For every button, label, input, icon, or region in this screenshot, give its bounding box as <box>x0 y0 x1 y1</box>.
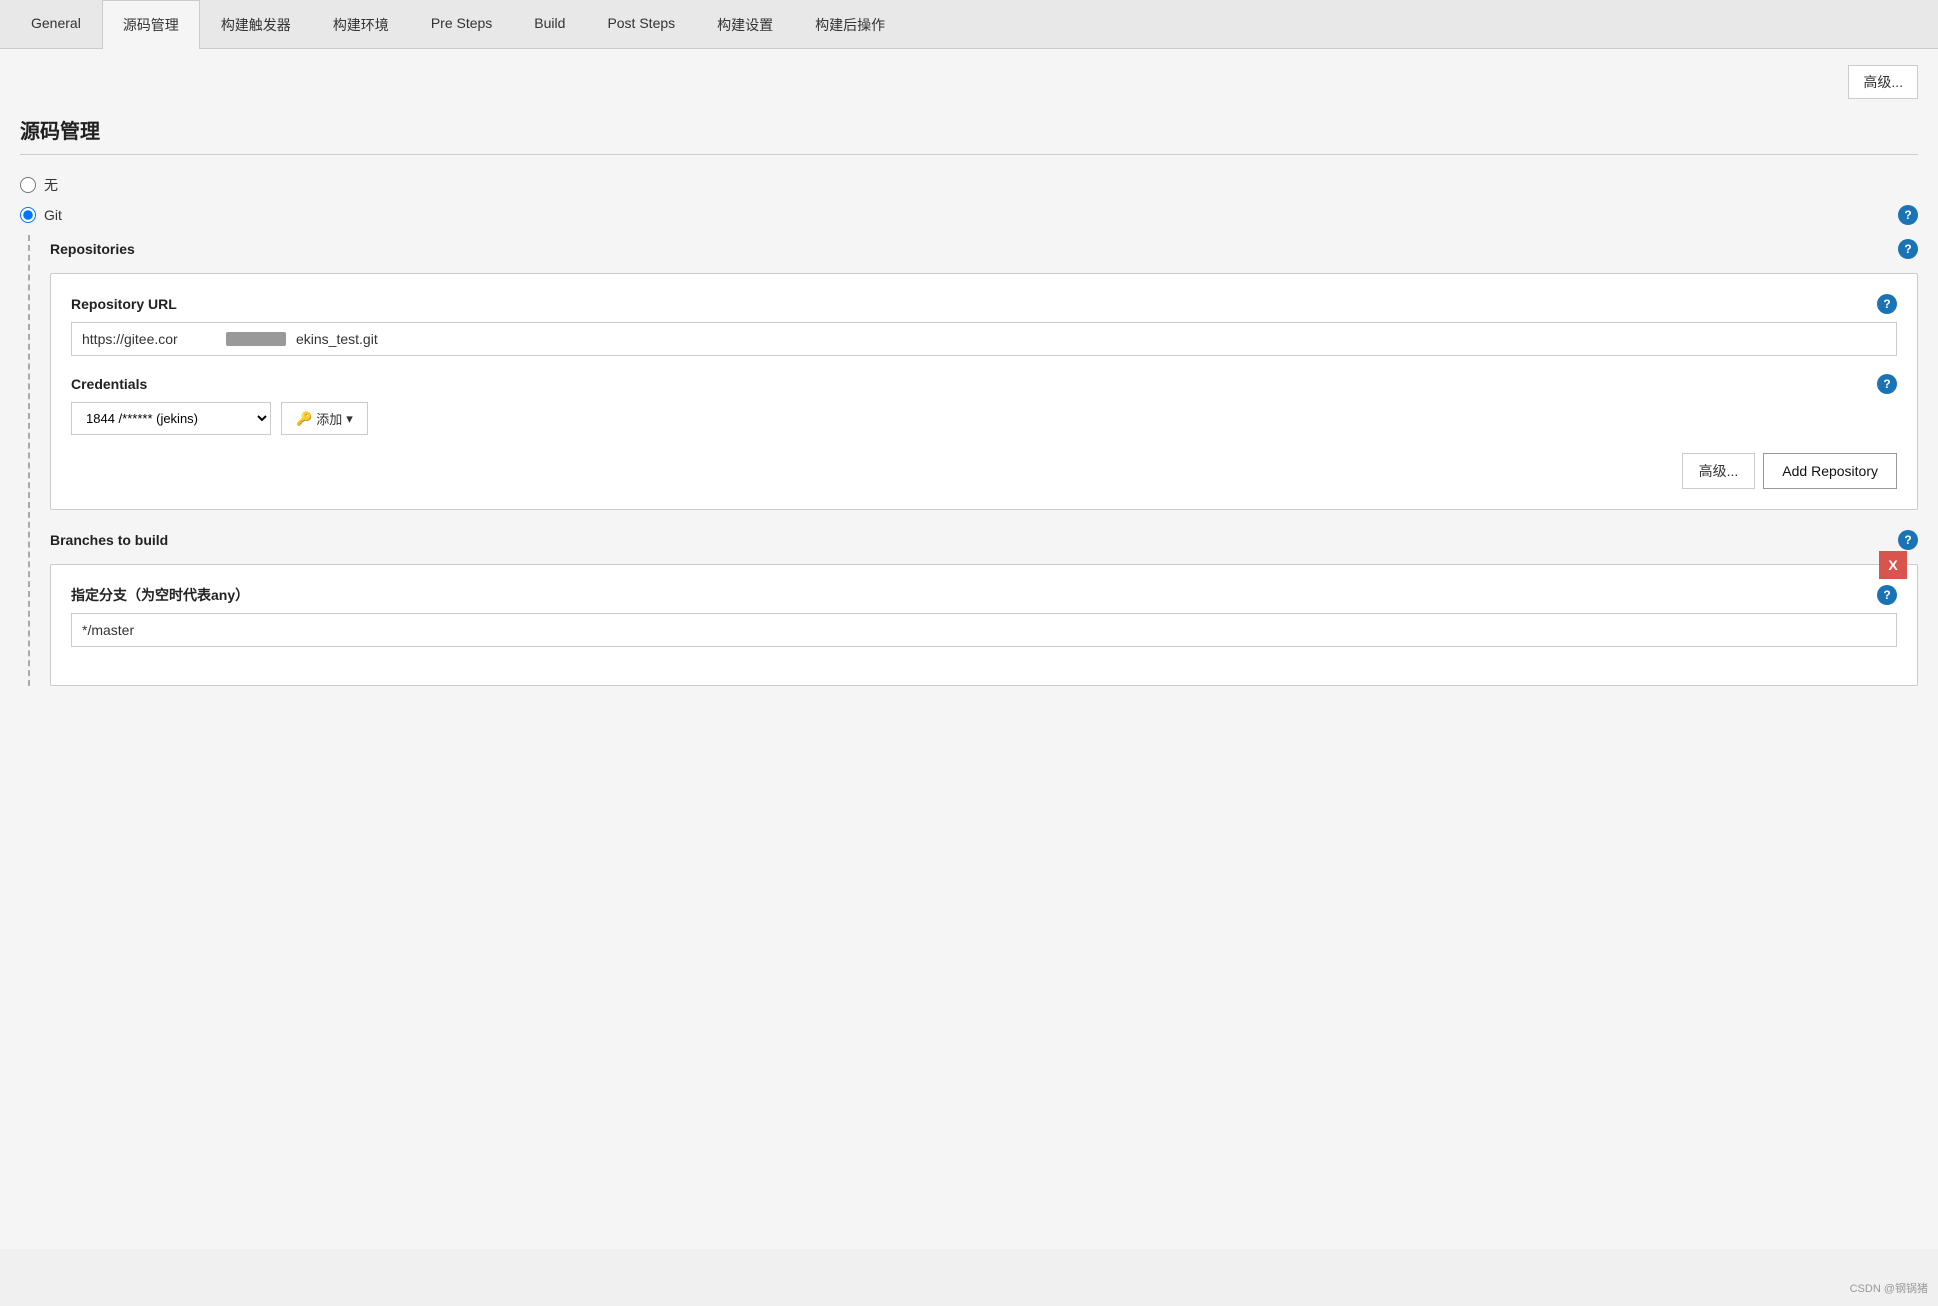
add-credential-button[interactable]: 🔑 添加 ▾ <box>281 402 368 435</box>
tab-build[interactable]: Build <box>513 0 586 49</box>
repositories-header: Repositories ? <box>50 239 1918 259</box>
repositories-card: Repository URL ? ekins_test.git Credenti… <box>50 273 1918 510</box>
repo-url-field: Repository URL ? ekins_test.git <box>71 294 1897 356</box>
card-actions: 高级... Add Repository <box>71 453 1897 489</box>
add-credential-dropdown-icon: ▾ <box>346 411 353 427</box>
credentials-select[interactable]: 1844 /****** (jekins) <box>71 402 271 435</box>
git-section: Repositories ? Repository URL ? ekins_te… <box>28 235 1918 686</box>
top-advanced-button[interactable]: 高级... <box>1848 65 1918 99</box>
redacted-text: ekins_test.git <box>296 331 378 347</box>
radio-git-input[interactable] <box>20 207 36 223</box>
branches-label: Branches to build <box>50 532 168 548</box>
radio-group: 无 Git ? <box>20 175 1918 225</box>
tab-source-mgmt[interactable]: 源码管理 <box>102 0 200 49</box>
radio-none-label[interactable]: 无 <box>44 175 58 195</box>
git-help-icon[interactable]: ? <box>1898 205 1918 225</box>
add-credential-label: 添加 <box>316 409 342 428</box>
add-repository-button[interactable]: Add Repository <box>1763 453 1897 489</box>
repo-url-help-icon[interactable]: ? <box>1877 294 1897 314</box>
branch-field: 指定分支（为空时代表any） ? <box>71 585 1897 647</box>
tab-general[interactable]: General <box>10 0 102 49</box>
card-advanced-button[interactable]: 高级... <box>1682 453 1756 489</box>
branch-field-label: 指定分支（为空时代表any） <box>71 585 249 605</box>
repositories-label: Repositories <box>50 241 135 257</box>
branches-card: X 指定分支（为空时代表any） ? <box>50 564 1918 686</box>
tab-build-settings[interactable]: 构建设置 <box>696 0 794 49</box>
credentials-header: Credentials ? <box>71 374 1897 394</box>
tab-build-env[interactable]: 构建环境 <box>312 0 410 49</box>
tab-build-trigger[interactable]: 构建触发器 <box>200 0 312 49</box>
top-advanced-area: 高级... <box>20 65 1918 99</box>
branch-field-header: 指定分支（为空时代表any） ? <box>71 585 1897 605</box>
delete-branch-button[interactable]: X <box>1879 551 1907 579</box>
watermark: CSDN @钢锅猪 <box>1850 1280 1928 1296</box>
main-content: 高级... 源码管理 无 Git ? Repositories ? Rep <box>0 49 1938 1249</box>
radio-none-option: 无 <box>20 175 1918 195</box>
tab-post-steps[interactable]: Post Steps <box>586 0 696 49</box>
radio-none-input[interactable] <box>20 177 36 193</box>
repositories-help-icon[interactable]: ? <box>1898 239 1918 259</box>
branches-header: Branches to build ? <box>50 530 1918 550</box>
repo-url-label: Repository URL <box>71 296 177 312</box>
credentials-label: Credentials <box>71 376 147 392</box>
radio-git-label[interactable]: Git <box>44 207 62 223</box>
radio-git-option: Git ? <box>20 205 1918 225</box>
redacted-block-1 <box>226 332 286 346</box>
credentials-row: 1844 /****** (jekins) 🔑 添加 ▾ <box>71 402 1897 435</box>
branch-input[interactable] <box>71 613 1897 647</box>
repo-url-header: Repository URL ? <box>71 294 1897 314</box>
credentials-field: Credentials ? 1844 /****** (jekins) 🔑 添加… <box>71 374 1897 435</box>
tab-bar: General 源码管理 构建触发器 构建环境 Pre Steps Build … <box>0 0 1938 49</box>
page-title: 源码管理 <box>20 115 1918 155</box>
branches-help-icon[interactable]: ? <box>1898 530 1918 550</box>
branches-section: Branches to build ? X 指定分支（为空时代表any） ? <box>50 530 1918 686</box>
credentials-help-icon[interactable]: ? <box>1877 374 1897 394</box>
tab-post-build[interactable]: 构建后操作 <box>794 0 906 49</box>
branch-field-help-icon[interactable]: ? <box>1877 585 1897 605</box>
tab-pre-steps[interactable]: Pre Steps <box>410 0 513 49</box>
key-icon: 🔑 <box>296 411 312 427</box>
